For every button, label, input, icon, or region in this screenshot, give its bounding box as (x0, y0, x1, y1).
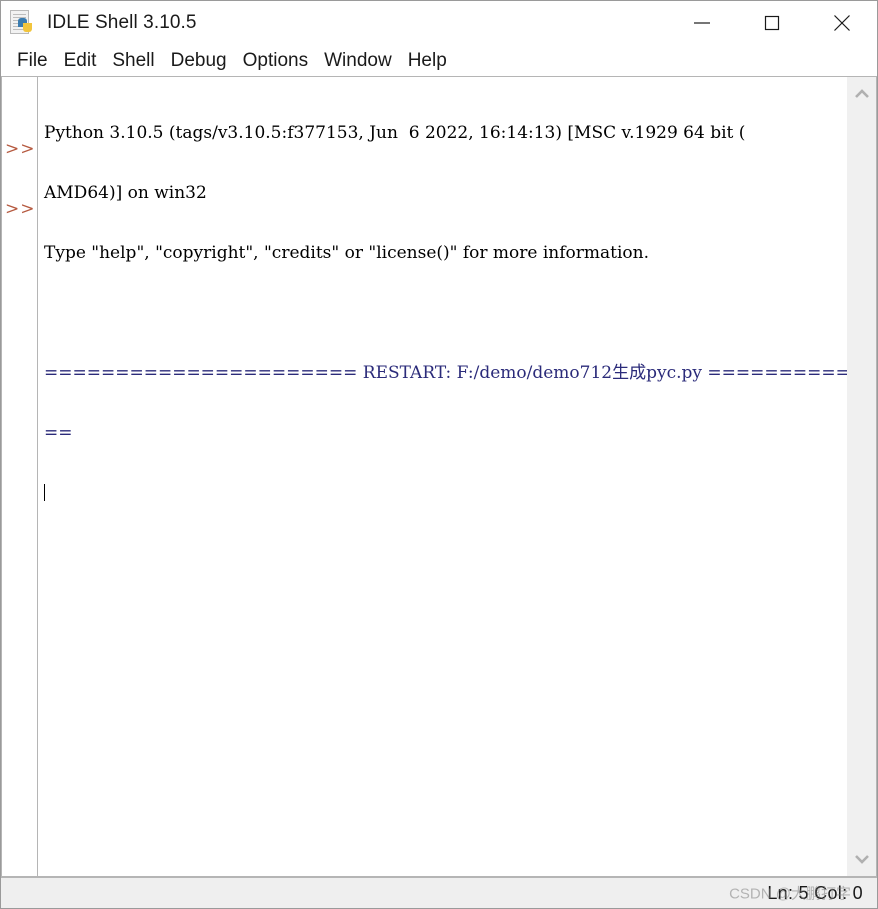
status-bar: CSDN @大鹏打字 Ln: 5 Col: 0 (1, 877, 877, 908)
console-line: AMD64)] on win32 (44, 183, 207, 203)
scrollbar-track[interactable] (847, 105, 876, 848)
maximize-button[interactable] (737, 1, 807, 45)
console-output-area[interactable]: Python 3.10.5 (tags/v3.10.5:f377153, Jun… (37, 76, 847, 877)
chevron-up-icon[interactable] (847, 83, 876, 105)
menu-item-file[interactable]: File (9, 45, 56, 76)
minimize-button[interactable] (667, 1, 737, 45)
chevron-down-icon[interactable] (847, 848, 876, 870)
console-restart-line: ====================== RESTART: F:/demo/… (44, 363, 847, 383)
console-line: Python 3.10.5 (tags/v3.10.5:f377153, Jun… (44, 123, 746, 143)
console-input-line[interactable] (44, 483, 847, 503)
console-restart-line-wrap: == (44, 423, 73, 443)
menu-item-options[interactable]: Options (235, 45, 316, 76)
close-button[interactable] (807, 1, 877, 45)
menu-item-debug[interactable]: Debug (163, 45, 235, 76)
console-text[interactable]: Python 3.10.5 (tags/v3.10.5:f377153, Jun… (38, 77, 847, 543)
cursor-position-status: Ln: 5 Col: 0 (767, 882, 863, 903)
prompt-marker: >>> (5, 199, 37, 219)
menu-item-window[interactable]: Window (316, 45, 400, 76)
shell-main-area: >>> >>> Python 3.10.5 (tags/v3.10.5:f377… (1, 76, 877, 877)
menu-item-shell[interactable]: Shell (104, 45, 162, 76)
title-bar: IDLE Shell 3.10.5 (1, 1, 877, 45)
menu-item-help[interactable]: Help (400, 45, 455, 76)
console-line: Type "help", "copyright", "credits" or "… (44, 243, 650, 263)
idle-shell-window: IDLE Shell 3.10.5 File Edit Shell Debug … (0, 0, 878, 909)
vertical-scrollbar[interactable] (847, 76, 877, 877)
text-caret (44, 484, 45, 501)
prompt-marker: >>> (5, 139, 37, 159)
menu-bar: File Edit Shell Debug Options Window Hel… (1, 45, 877, 76)
prompt-gutter: >>> >>> (1, 76, 37, 877)
window-title: IDLE Shell 3.10.5 (47, 11, 197, 33)
menu-item-edit[interactable]: Edit (56, 45, 105, 76)
window-controls (667, 1, 877, 45)
python-document-icon (10, 9, 36, 37)
